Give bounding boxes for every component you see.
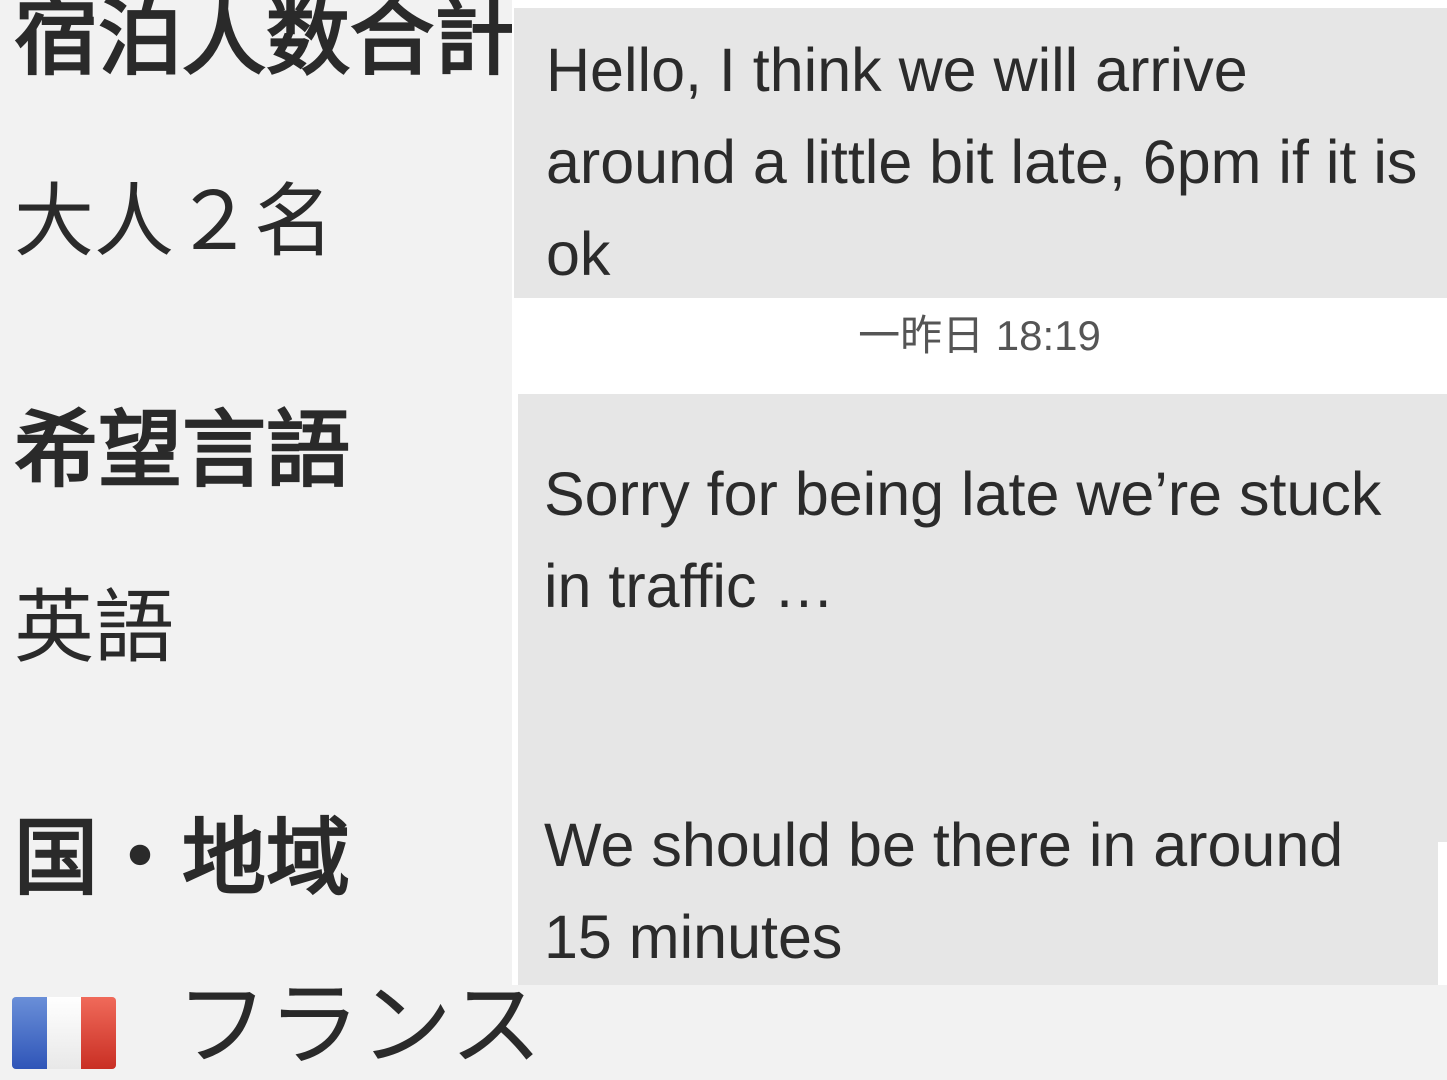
message-text: Hello, I think we will arrive around a l… bbox=[546, 36, 1418, 288]
message-text: Sorry for being late we’re stuck in traf… bbox=[544, 460, 1382, 620]
chat-message-panel[interactable]: Hello, I think we will arrive around a l… bbox=[512, 0, 1447, 985]
flag-red-stripe bbox=[81, 997, 116, 1069]
message-bubble: Hello, I think we will arrive around a l… bbox=[514, 8, 1447, 298]
country-value-row: フランス bbox=[0, 972, 1447, 1080]
flag-white-stripe bbox=[46, 997, 82, 1069]
flag-blue-stripe bbox=[12, 997, 47, 1069]
preferred-language-heading: 希望言語 bbox=[14, 401, 351, 499]
france-flag-icon bbox=[12, 997, 116, 1069]
message-text: We should be there in around 15 minutes bbox=[544, 811, 1344, 971]
screenshot-page: 宿泊人数合計 大人２名 希望言語 英語 国・地域 Hello, I think … bbox=[0, 0, 1447, 1080]
country-region-heading: 国・地域 bbox=[14, 809, 351, 907]
preferred-language-value: 英語 bbox=[14, 581, 174, 674]
guests-total-value: 大人２名 bbox=[14, 175, 334, 268]
message-bubble: We should be there in around 15 minutes bbox=[518, 745, 1438, 985]
country-value: フランス bbox=[176, 972, 543, 1079]
guests-total-heading: 宿泊人数合計 bbox=[14, 0, 519, 87]
message-timestamp: 一昨日 18:19 bbox=[858, 312, 1101, 359]
reservation-info-panel: 宿泊人数合計 大人２名 希望言語 英語 国・地域 bbox=[0, 0, 520, 1080]
